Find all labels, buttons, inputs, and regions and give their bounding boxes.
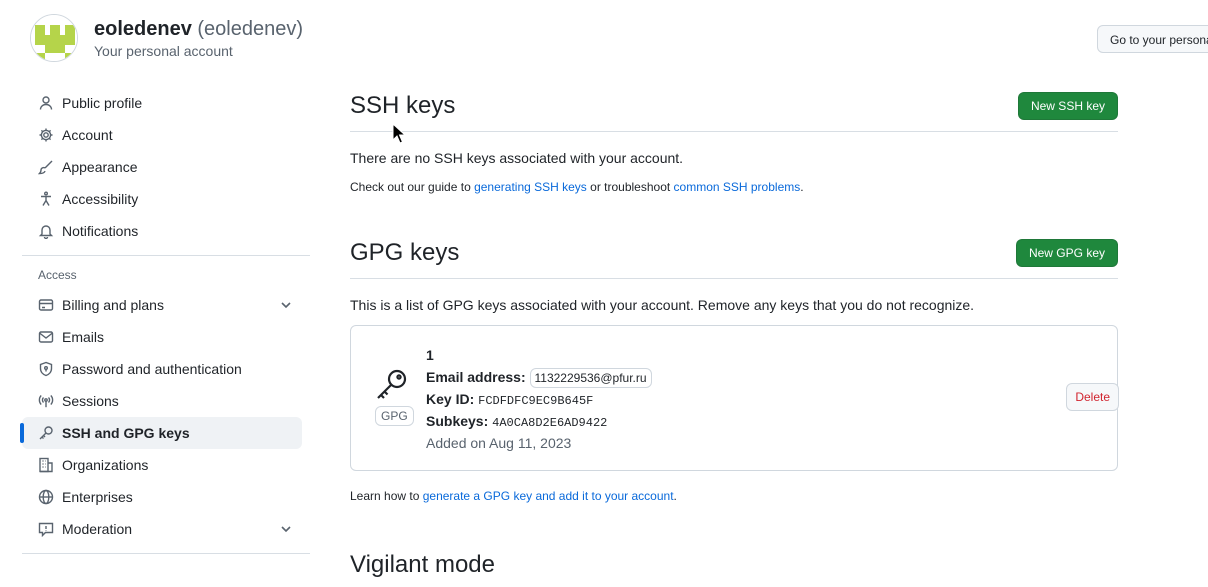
organization-icon bbox=[38, 457, 54, 473]
ssh-keys-title: SSH keys bbox=[350, 92, 456, 119]
sidebar-item-moderation[interactable]: Moderation bbox=[22, 513, 302, 545]
sidebar-divider bbox=[22, 255, 310, 256]
common-ssh-problems-link[interactable]: common SSH problems bbox=[674, 180, 801, 194]
note-text: Check out our guide to bbox=[350, 180, 475, 194]
broadcast-icon bbox=[38, 393, 54, 409]
note-text: Learn how to bbox=[350, 489, 423, 503]
sidebar-divider bbox=[22, 553, 310, 554]
gpg-key-id-row: Key ID: FCDFDFC9EC9B645F bbox=[426, 388, 652, 410]
account-name: eoledenev (eoledenev) bbox=[94, 17, 303, 41]
key-icon bbox=[38, 425, 54, 441]
sidebar-item-public-profile[interactable]: Public profile bbox=[22, 87, 302, 119]
shield-lock-icon bbox=[38, 361, 54, 377]
gpg-key-name: 1 bbox=[426, 347, 434, 363]
sidebar-item-label: Organizations bbox=[62, 457, 149, 473]
avatar[interactable] bbox=[30, 14, 78, 62]
chevron-down-icon[interactable] bbox=[278, 521, 294, 537]
account-header: eoledenev (eoledenev) Your personal acco… bbox=[30, 14, 303, 62]
sidebar-item-enterprises[interactable]: Enterprises bbox=[22, 481, 302, 513]
sidebar-item-label: Accessibility bbox=[62, 191, 139, 207]
delete-gpg-key-button[interactable]: Delete bbox=[1066, 383, 1119, 411]
sidebar-item-organizations[interactable]: Organizations bbox=[22, 449, 302, 481]
gpg-badge: GPG bbox=[375, 406, 414, 426]
sidebar-item-sessions[interactable]: Sessions bbox=[22, 385, 302, 417]
key-id-value: FCDFDFC9EC9B645F bbox=[478, 394, 594, 408]
chevron-down-icon[interactable] bbox=[278, 297, 294, 313]
vigilant-mode-title: Vigilant mode bbox=[350, 551, 495, 578]
sidebar-item-label: Appearance bbox=[62, 159, 138, 175]
gpg-key-item: GPG 1 Email address: 1132229536@pfur.ru … bbox=[350, 325, 1119, 471]
settings-sidebar: Public profile Account Appearance Access… bbox=[20, 87, 310, 562]
sidebar-item-label: Sessions bbox=[62, 393, 119, 409]
sidebar-item-notifications[interactable]: Notifications bbox=[22, 215, 302, 247]
sidebar-group-access-label: Access bbox=[38, 268, 77, 282]
mouse-cursor-icon bbox=[392, 123, 406, 144]
sidebar-item-label: Emails bbox=[62, 329, 105, 345]
sidebar-item-label: Notifications bbox=[62, 223, 139, 239]
sidebar-item-billing[interactable]: Billing and plans bbox=[22, 289, 302, 321]
ssh-guide-note: Check out our guide to generating SSH ke… bbox=[350, 180, 1118, 194]
go-to-profile-button[interactable]: Go to your personal profile bbox=[1097, 25, 1208, 53]
sidebar-item-label: Public profile bbox=[62, 95, 143, 111]
main-content: SSH keys New SSH key There are no SSH ke… bbox=[350, 84, 1119, 587]
new-gpg-key-button[interactable]: New GPG key bbox=[1015, 239, 1118, 267]
credit-card-icon bbox=[38, 297, 54, 313]
gpg-subkeys-row: Subkeys: 4A0CA8D2E6AD9422 bbox=[426, 410, 652, 432]
gpg-key-added-date: Added on Aug 11, 2023 bbox=[426, 435, 572, 451]
account-subtitle: Your personal account bbox=[94, 43, 233, 59]
gpg-keys-title: GPG keys bbox=[350, 239, 460, 266]
gpg-keys-header: GPG keys New GPG key bbox=[350, 231, 1118, 279]
gpg-intro: This is a list of GPG keys associated wi… bbox=[350, 297, 975, 313]
sidebar-item-label: Password and authentication bbox=[62, 361, 242, 377]
ssh-empty-message: There are no SSH keys associated with yo… bbox=[350, 150, 684, 166]
gpg-key-email-row: Email address: 1132229536@pfur.ru bbox=[426, 366, 652, 388]
sidebar-item-appearance[interactable]: Appearance bbox=[22, 151, 302, 183]
gpg-keys-section: GPG keys New GPG key This is a list of G… bbox=[350, 231, 1119, 503]
sidebar-item-ssh-gpg-keys[interactable]: SSH and GPG keys bbox=[20, 417, 302, 449]
sidebar-item-label: SSH and GPG keys bbox=[62, 425, 190, 441]
note-text: . bbox=[673, 489, 677, 503]
email-label: Email address: bbox=[426, 369, 526, 385]
vigilant-mode-section: Vigilant mode bbox=[350, 543, 1118, 587]
note-text: . bbox=[800, 180, 804, 194]
sidebar-item-label: Billing and plans bbox=[62, 297, 164, 313]
key-icon bbox=[375, 368, 409, 402]
gear-icon bbox=[38, 127, 54, 143]
person-icon bbox=[38, 95, 54, 111]
gpg-learn-note: Learn how to generate a GPG key and add … bbox=[350, 489, 1118, 503]
generating-ssh-keys-link[interactable]: generating SSH keys bbox=[474, 180, 587, 194]
email-value: 1132229536@pfur.ru bbox=[529, 368, 652, 388]
bell-icon bbox=[38, 223, 54, 239]
subkeys-label: Subkeys: bbox=[426, 413, 489, 429]
sidebar-item-accessibility[interactable]: Accessibility bbox=[22, 183, 302, 215]
generate-gpg-key-link[interactable]: generate a GPG key and add it to your ac… bbox=[423, 489, 674, 503]
sidebar-item-label: Account bbox=[62, 127, 113, 143]
sidebar-item-label: Moderation bbox=[62, 521, 133, 537]
new-ssh-key-button[interactable]: New SSH key bbox=[1017, 92, 1118, 120]
key-id-label: Key ID: bbox=[426, 391, 475, 407]
globe-icon bbox=[38, 489, 54, 505]
sidebar-item-account[interactable]: Account bbox=[22, 119, 302, 151]
report-icon bbox=[38, 521, 54, 537]
sidebar-item-emails[interactable]: Emails bbox=[22, 321, 302, 353]
accessibility-icon bbox=[38, 191, 54, 207]
paintbrush-icon bbox=[38, 159, 54, 175]
sidebar-item-password-auth[interactable]: Password and authentication bbox=[22, 353, 302, 385]
sidebar-item-label: Enterprises bbox=[62, 489, 133, 505]
mail-icon bbox=[38, 329, 54, 345]
note-text: or troubleshoot bbox=[586, 180, 674, 194]
username[interactable]: eoledenev bbox=[94, 18, 192, 40]
ssh-keys-header: SSH keys New SSH key bbox=[350, 84, 1118, 132]
subkeys-value: 4A0CA8D2E6AD9422 bbox=[492, 416, 608, 430]
gpg-key-details: 1 Email address: 1132229536@pfur.ru Key … bbox=[426, 344, 652, 454]
ssh-keys-section: SSH keys New SSH key There are no SSH ke… bbox=[350, 84, 1118, 194]
login-handle: (eoledenev) bbox=[197, 18, 304, 40]
